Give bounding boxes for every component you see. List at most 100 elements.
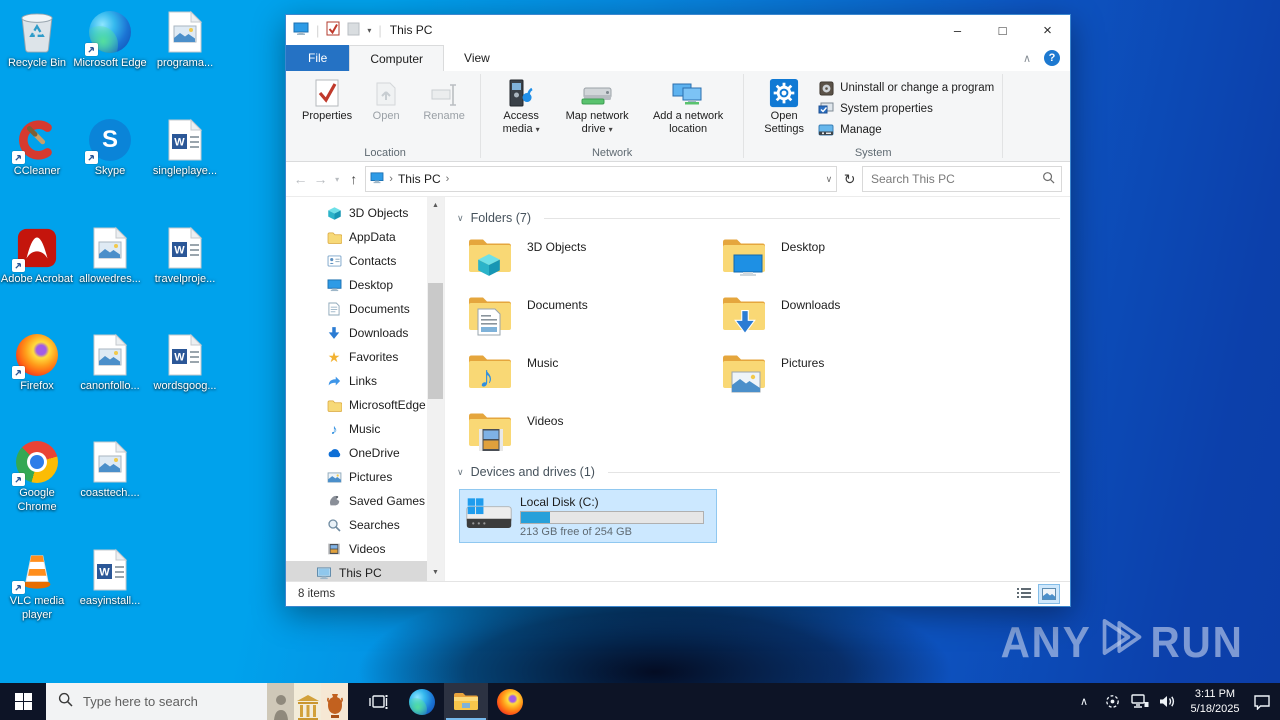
nav-item-music[interactable]: ♪ Music xyxy=(286,417,427,441)
nav-item-desktop[interactable]: Desktop xyxy=(286,273,427,297)
folders-section-header[interactable]: ∨ Folders (7) xyxy=(457,211,1060,225)
nav-item-appdata[interactable]: AppData xyxy=(286,225,427,249)
desktop-icon-adobe-acrobat[interactable]: Adobe Acrobat xyxy=(0,226,74,287)
nav-item-videos[interactable]: Videos xyxy=(286,537,427,561)
system-properties-button[interactable]: System properties xyxy=(818,101,994,117)
tab-computer[interactable]: Computer xyxy=(349,45,445,71)
nav-item-downloads[interactable]: Downloads xyxy=(286,321,427,345)
breadcrumb-chevron-icon[interactable]: › xyxy=(446,173,450,185)
desktop-icon-programa[interactable]: programa... xyxy=(148,10,222,71)
desktop-icon-travelproje[interactable]: W travelproje... xyxy=(148,226,222,287)
address-bar[interactable]: › This PC › ∨ xyxy=(365,166,838,192)
folder-tile-documents[interactable]: Documents xyxy=(467,293,721,336)
properties-button[interactable]: Properties xyxy=(298,74,356,123)
tray-chevron-icon[interactable]: ∧ xyxy=(1072,683,1096,720)
access-media-button[interactable]: Access media ▾ xyxy=(489,74,553,135)
taskbar-search-input[interactable] xyxy=(81,693,235,710)
desktop-icon-microsoft-edge[interactable]: Microsoft Edge xyxy=(73,10,147,71)
tab-view[interactable]: View xyxy=(444,45,510,71)
devices-section-header[interactable]: ∨ Devices and drives (1) xyxy=(457,465,1060,479)
folder-tile-desktop[interactable]: Desktop xyxy=(721,235,975,277)
minimize-button[interactable]: – xyxy=(935,15,980,45)
amphora-image[interactable] xyxy=(321,683,348,720)
nav-item-saved-games[interactable]: Saved Games xyxy=(286,489,427,513)
search-highlight-images[interactable] xyxy=(267,683,348,720)
action-center-icon[interactable] xyxy=(1250,683,1274,720)
temple-image[interactable] xyxy=(294,683,321,720)
folder-tile-downloads[interactable]: Downloads xyxy=(721,293,975,335)
new-folder-quick-icon[interactable] xyxy=(347,22,360,39)
nav-item-searches[interactable]: Searches xyxy=(286,513,427,537)
desktop-icon-recycle-bin[interactable]: Recycle Bin xyxy=(0,10,74,71)
add-network-location-button[interactable]: Add a network location xyxy=(641,74,735,135)
taskbar-explorer-button[interactable] xyxy=(444,683,488,720)
open-settings-button[interactable]: Open Settings xyxy=(752,74,816,135)
search-icon[interactable] xyxy=(1042,171,1055,187)
folder-tile-videos[interactable]: Videos xyxy=(467,409,721,451)
folder-tile-3d-objects[interactable]: 3D Objects xyxy=(467,235,721,277)
map-network-drive-button[interactable]: Map network drive ▾ xyxy=(555,74,639,135)
help-icon[interactable]: ? xyxy=(1044,50,1060,66)
tab-file[interactable]: File xyxy=(286,45,350,71)
forward-icon[interactable]: → xyxy=(312,171,329,187)
nav-item-links[interactable]: Links xyxy=(286,369,427,393)
start-button[interactable] xyxy=(0,683,46,720)
statue-image[interactable] xyxy=(267,683,294,720)
nav-item-pictures[interactable]: Pictures xyxy=(286,465,427,489)
section-collapse-icon[interactable]: ∨ xyxy=(457,213,464,224)
desktop-icon-allowedres[interactable]: allowedres... xyxy=(73,226,147,287)
nav-item-favorites[interactable]: ★ Favorites xyxy=(286,345,427,369)
desktop-icon-firefox[interactable]: Firefox xyxy=(0,333,74,394)
taskbar-edge-button[interactable] xyxy=(400,683,444,720)
desktop-icon-coasttech[interactable]: coasttech.... xyxy=(73,440,147,501)
close-button[interactable]: × xyxy=(1025,15,1070,45)
qat-dropdown-icon[interactable]: ▾ xyxy=(367,26,371,35)
uninstall-program-button[interactable]: Uninstall or change a program xyxy=(818,80,994,96)
history-dropdown-icon[interactable]: ▾ xyxy=(332,175,342,184)
scroll-down-icon[interactable]: ▼ xyxy=(427,564,444,581)
details-view-button[interactable] xyxy=(1014,584,1034,602)
nav-item-this-pc[interactable]: This PC xyxy=(286,561,427,581)
up-icon[interactable]: ↑ xyxy=(345,171,362,187)
nav-scrollbar-thumb[interactable] xyxy=(428,283,443,399)
taskbar-firefox-button[interactable] xyxy=(488,683,532,720)
section-collapse-icon[interactable]: ∨ xyxy=(457,467,464,478)
back-icon[interactable]: ← xyxy=(292,171,309,187)
maximize-button[interactable]: □ xyxy=(980,15,1025,45)
desktop-icon-vlc[interactable]: VLC media player xyxy=(0,548,74,623)
explorer-search-box[interactable] xyxy=(861,166,1062,192)
tray-update-icon[interactable] xyxy=(1100,683,1124,720)
nav-item-contacts[interactable]: Contacts xyxy=(286,249,427,273)
address-dropdown-icon[interactable]: ∨ xyxy=(826,174,833,185)
task-view-button[interactable] xyxy=(356,683,400,720)
desktop-icon-canonfollo[interactable]: canonfollo... xyxy=(73,333,147,394)
desktop-icon-ccleaner[interactable]: CCleaner xyxy=(0,118,74,179)
nav-scrollbar[interactable]: ▲ ▼ xyxy=(427,197,444,581)
nav-item-onedrive[interactable]: OneDrive xyxy=(286,441,427,465)
explorer-search-input[interactable] xyxy=(868,171,1042,187)
folder-tile-music[interactable]: ♪ Music xyxy=(467,351,721,394)
desktop-icon-google-chrome[interactable]: Google Chrome xyxy=(0,440,74,515)
rename-button[interactable]: Rename xyxy=(416,74,472,123)
nav-item-documents[interactable]: Documents xyxy=(286,297,427,321)
taskbar-clock[interactable]: 3:11 PM 5/18/2025 xyxy=(1184,687,1246,716)
scroll-up-icon[interactable]: ▲ xyxy=(427,197,444,214)
manage-button[interactable]: Manage xyxy=(818,122,994,138)
properties-quick-icon[interactable] xyxy=(326,21,340,39)
local-disk-tile[interactable]: Local Disk (C:) 213 GB free of 254 GB xyxy=(459,489,717,543)
nav-item-microsoftedge[interactable]: MicrosoftEdge xyxy=(286,393,427,417)
nav-item-3d-objects[interactable]: 3D Objects xyxy=(286,201,427,225)
tray-network-icon[interactable] xyxy=(1128,683,1152,720)
tray-volume-icon[interactable] xyxy=(1156,683,1180,720)
open-button[interactable]: Open xyxy=(358,74,414,123)
breadcrumb-chevron-icon[interactable]: › xyxy=(389,173,393,185)
title-bar[interactable]: | ▾ | This PC – □ × xyxy=(286,15,1070,45)
large-icons-view-button[interactable] xyxy=(1038,584,1060,604)
desktop-icon-singleplaye[interactable]: W singleplaye... xyxy=(148,118,222,179)
desktop-icon-wordsgoog[interactable]: W wordsgoog... xyxy=(148,333,222,394)
breadcrumb[interactable]: This PC xyxy=(398,172,441,186)
desktop-icon-skype[interactable]: S Skype xyxy=(73,118,147,179)
desktop-icon-easyinstall[interactable]: W easyinstall... xyxy=(73,548,147,609)
taskbar-search-box[interactable] xyxy=(46,683,348,720)
ribbon-collapse-icon[interactable]: ∧ xyxy=(1023,52,1031,65)
